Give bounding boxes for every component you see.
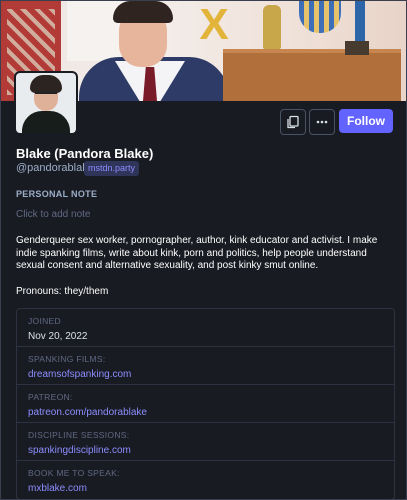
field-label: BOOK ME TO SPEAK: bbox=[28, 468, 120, 478]
personal-note-input[interactable]: Click to add note bbox=[16, 209, 91, 220]
copy-icon bbox=[287, 115, 299, 129]
field-label: DISCIPLINE SESSIONS: bbox=[28, 430, 130, 440]
display-name: Blake (Pandora Blake) bbox=[16, 146, 154, 161]
personal-note-label: PERSONAL NOTE bbox=[16, 189, 98, 199]
avatar[interactable] bbox=[14, 71, 78, 135]
bio-paragraph: Genderqueer sex worker, pornographer, au… bbox=[16, 235, 378, 272]
account-handle: @pandorablake bbox=[16, 162, 94, 174]
more-options-button[interactable] bbox=[309, 109, 335, 135]
field-discipline-sessions: DISCIPLINE SESSIONS: spankingdiscipline.… bbox=[17, 423, 394, 461]
field-link[interactable]: mxblake.com bbox=[28, 483, 383, 494]
field-book-me-to-speak: BOOK ME TO SPEAK: mxblake.com bbox=[17, 461, 394, 499]
profile-card: X Follow Blake (Pandora Blake) @pandorab… bbox=[0, 0, 407, 500]
follow-button[interactable]: Follow bbox=[339, 109, 393, 133]
field-link[interactable]: dreamsofspanking.com bbox=[28, 369, 383, 380]
copy-link-button[interactable] bbox=[280, 109, 306, 135]
field-label: JOINED bbox=[28, 316, 61, 326]
field-link[interactable]: spankingdiscipline.com bbox=[28, 445, 383, 456]
field-label: SPANKING FILMS: bbox=[28, 354, 106, 364]
field-spanking-films: SPANKING FILMS: dreamsofspanking.com bbox=[17, 347, 394, 385]
field-joined: JOINED Nov 20, 2022 bbox=[17, 309, 394, 347]
bio: Genderqueer sex worker, pornographer, au… bbox=[16, 235, 396, 312]
field-value: Nov 20, 2022 bbox=[28, 331, 88, 342]
pronouns: Pronouns: they/them bbox=[16, 286, 109, 298]
field-link[interactable]: patreon.com/pandorablake bbox=[28, 407, 383, 418]
profile-fields: JOINED Nov 20, 2022 SPANKING FILMS: drea… bbox=[16, 308, 395, 499]
server-badge[interactable]: mstdn.party bbox=[84, 161, 140, 176]
field-label: PATREON: bbox=[28, 392, 73, 402]
field-patreon: PATREON: patreon.com/pandorablake bbox=[17, 385, 394, 423]
more-icon bbox=[316, 120, 328, 124]
